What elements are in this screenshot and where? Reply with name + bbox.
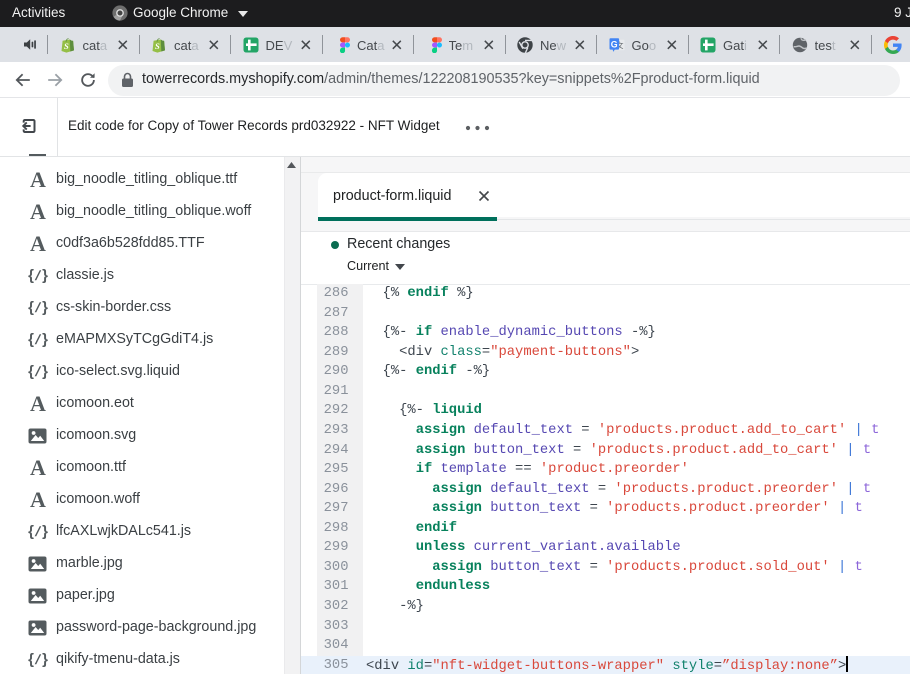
- svg-text:G: G: [610, 39, 617, 49]
- svg-text:S: S: [64, 40, 69, 50]
- svg-text:S: S: [155, 40, 160, 50]
